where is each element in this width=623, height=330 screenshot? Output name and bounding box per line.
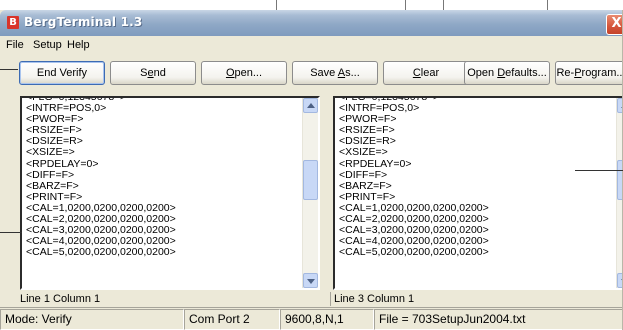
save-as-label-pre: Save [310,67,338,79]
status-mode: Mode: Verify [0,309,184,330]
right-scroll-down-button[interactable] [617,273,622,288]
clear-label-post: lear [420,67,440,79]
clear-label-mnemonic: C [412,67,421,79]
title-bar[interactable]: B BergTerminal 1.3 X [0,10,622,36]
left-vertical-scrollbar[interactable] [302,98,318,288]
open-label-post: pen... [234,67,263,79]
send-button[interactable]: Send [110,61,196,85]
re-program-label-pre: Re- [556,67,575,79]
status-bar: Mode: Verify Com Port 2 9600,8,N,1 File … [0,307,622,330]
callout-line-right [575,170,623,171]
right-text-pane[interactable]: <FLG=0,12345678 > <INTRF=POS,0> <PWOR=F>… [333,96,622,290]
right-scroll-up-button[interactable] [617,98,622,113]
clear-button[interactable]: Clear [383,61,469,85]
toolbar: End Verify Send Open... Save As... Clear… [0,54,623,90]
send-label-post: nd [153,67,166,79]
right-scroll-thumb[interactable] [617,160,622,200]
menu-setup[interactable]: Setup [33,39,62,51]
callout-line-top-left [0,69,18,70]
chevron-down-icon [307,279,315,284]
left-pane-text: <FLG=0,12345678 > <INTRF=POS,0> <PWOR=F>… [26,98,176,259]
right-pane-text: <FLG=0,12345678 > <INTRF=POS,0> <PWOR=F>… [339,98,489,259]
right-text-area[interactable]: <FLG=0,12345678 > <INTRF=POS,0> <PWOR=F>… [337,98,610,288]
open-button[interactable]: Open... [201,61,287,85]
position-bar: Line 1 Column 1 Line 3 Column 1 [0,292,622,306]
save-as-label-post: s... [345,67,360,79]
end-verify-button[interactable]: End Verify [19,61,105,85]
status-port-settings: 9600,8,N,1 [280,309,374,330]
chevron-up-icon [307,103,315,108]
save-as-label-mnemonic: A [337,67,346,79]
open-defaults-label-pre: Open [467,67,498,79]
status-com-port: Com Port 2 [184,309,280,330]
position-divider [330,292,331,306]
menu-help[interactable]: Help [67,39,90,51]
app-icon: B [7,16,19,29]
left-scroll-thumb[interactable] [303,160,318,200]
re-program-label-post: rogram... [581,67,623,79]
re-program-label-mnemonic: P [574,67,582,79]
left-cursor-position: Line 1 Column 1 [20,293,101,305]
status-file: File = 703SetupJun2004.txt [374,309,622,330]
left-text-area[interactable]: <FLG=0,12345678 > <INTRF=POS,0> <PWOR=F>… [24,98,302,288]
open-defaults-label-post: efaults... [505,67,547,79]
re-program-button[interactable]: Re-Program... [555,61,623,85]
save-as-button[interactable]: Save As... [292,61,378,85]
menu-file[interactable]: File [6,39,24,51]
left-scroll-down-button[interactable] [303,273,318,288]
end-verify-label: End Verify [36,67,88,79]
right-vertical-scrollbar[interactable] [616,98,622,288]
open-defaults-label-mnemonic: D [497,67,506,79]
open-label-mnemonic: O [225,67,235,79]
window-title: BergTerminal 1.3 [24,15,143,29]
left-text-pane[interactable]: <FLG=0,12345678 > <INTRF=POS,0> <PWOR=F>… [20,96,320,290]
menu-bar: File Setup Help [0,36,622,54]
close-button[interactable]: X [606,14,622,35]
left-scroll-up-button[interactable] [303,98,318,113]
open-defaults-button[interactable]: Open Defaults... [464,61,550,85]
callout-line-mid-left [0,232,22,233]
right-cursor-position: Line 3 Column 1 [334,293,415,305]
app-window: B BergTerminal 1.3 X File Setup Help End… [0,10,623,330]
